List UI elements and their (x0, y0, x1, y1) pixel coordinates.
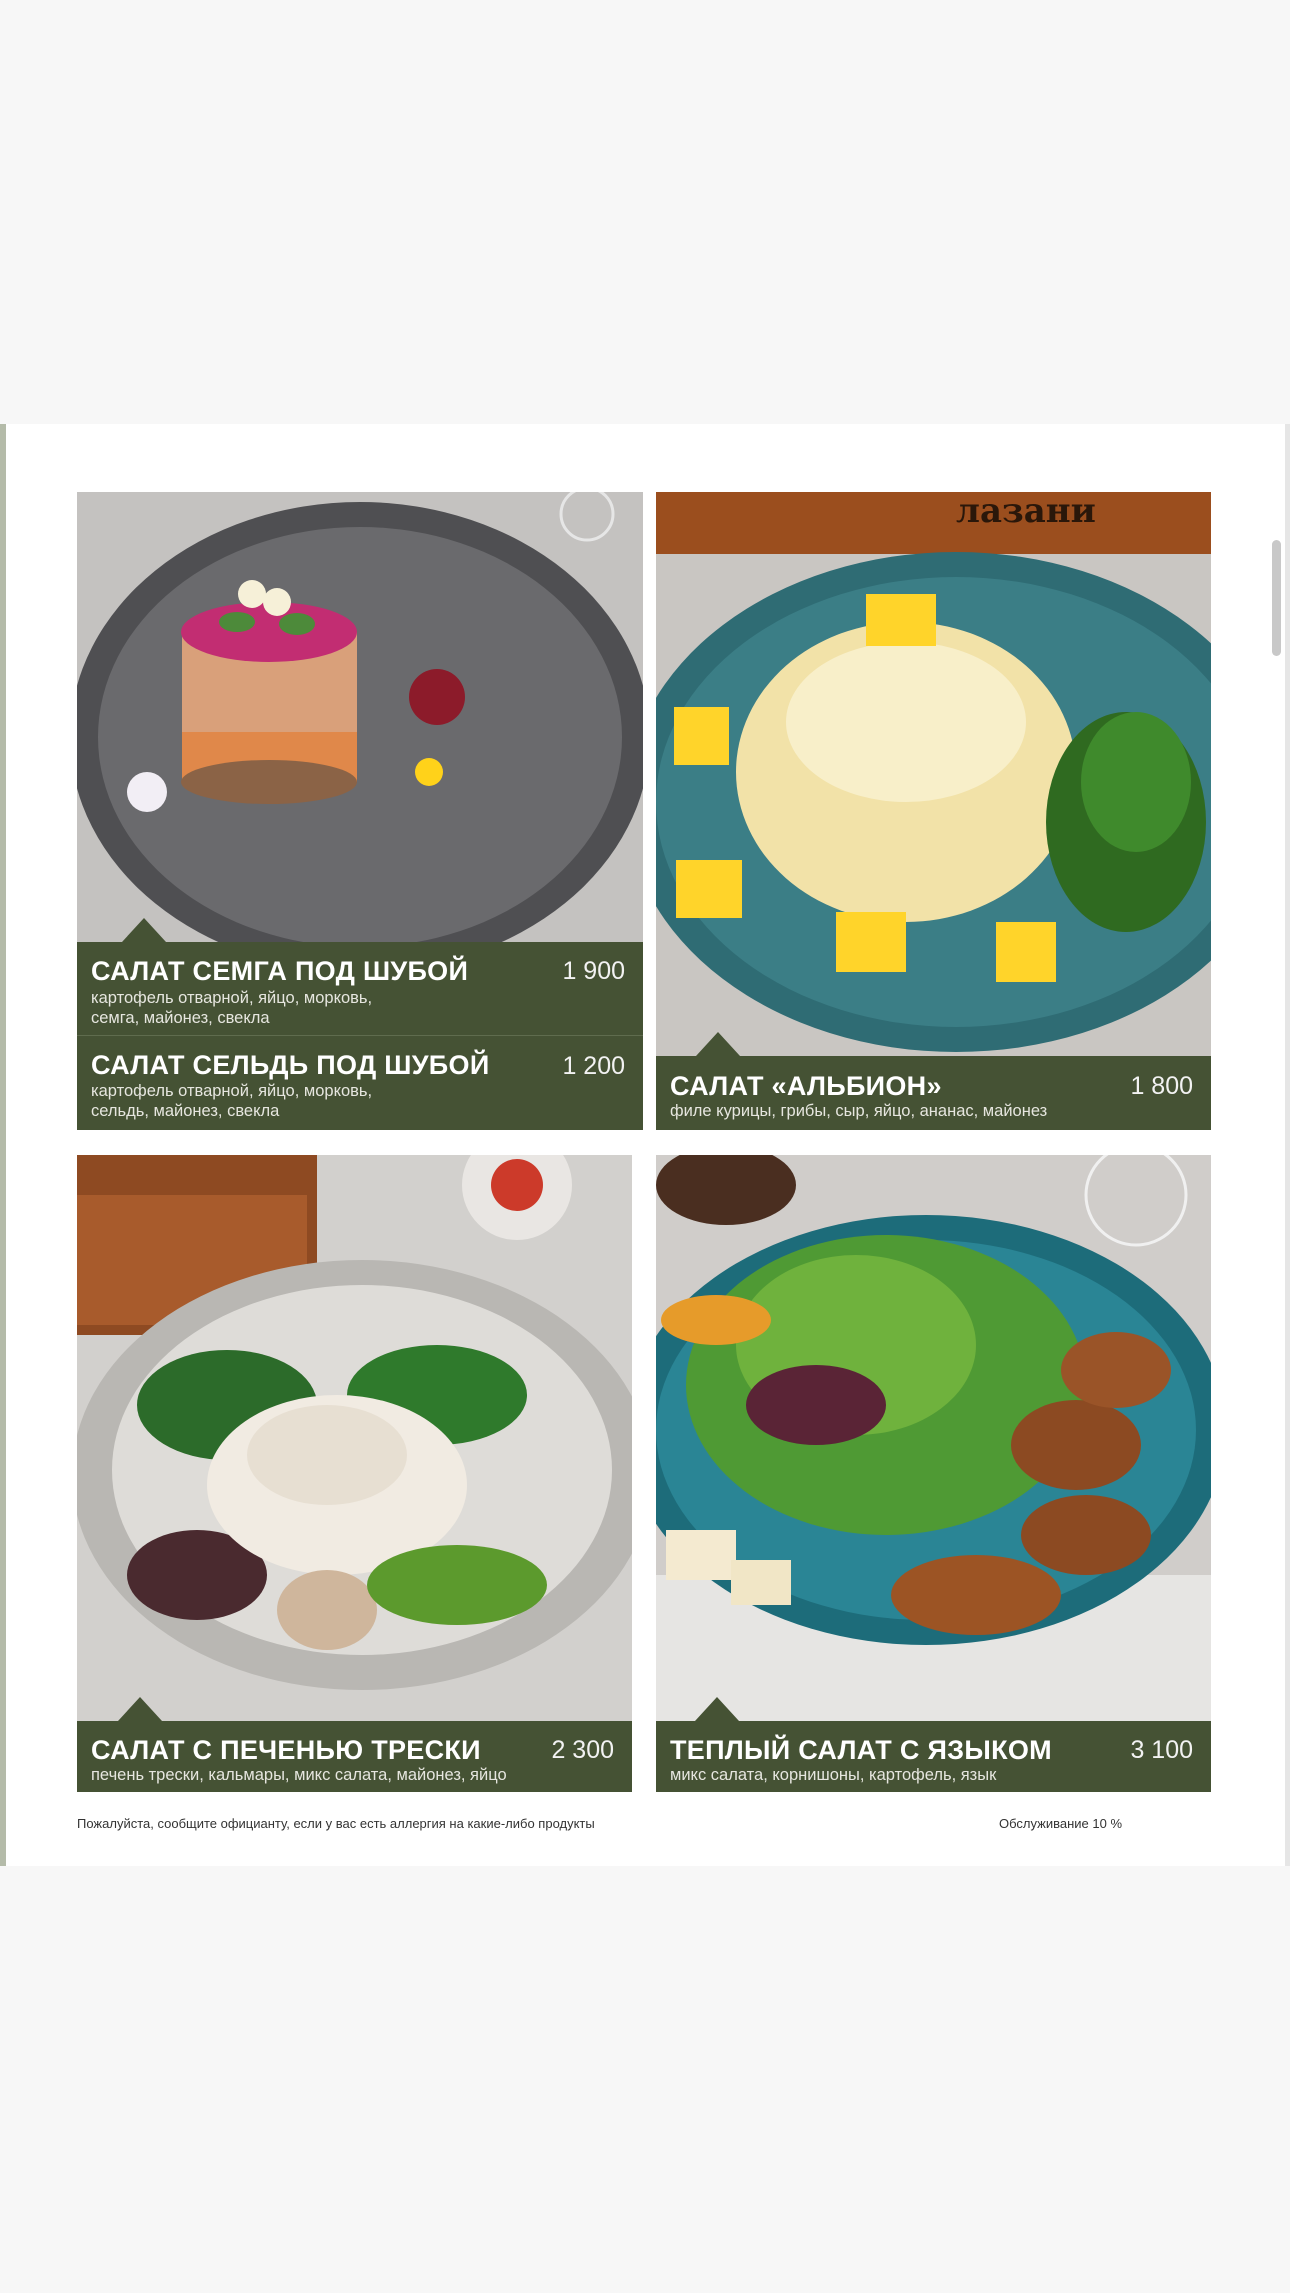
salad-albion-photo: лазани (656, 492, 1211, 1056)
menu-item-panel-1: САЛАТ СЕМГА ПОД ШУБОЙ 1 900 картофель от… (77, 942, 643, 1130)
menu-item-price: 1 200 (562, 1052, 625, 1080)
menu-item-name: САЛАТ «АЛЬБИОН» (670, 1071, 942, 1101)
menu-item-name: САЛАТ СЕЛЬДЬ ПОД ШУБОЙ (91, 1050, 490, 1080)
service-charge-note: Обслуживание 10 % (999, 1816, 1123, 1831)
menu-item-description: микс салата, корнишоны, картофель, язык (670, 1766, 997, 1784)
panel-notch (695, 1697, 739, 1721)
menu-item-description: картофель отварной, яйцо, морковь, (91, 989, 373, 1007)
salad-tongue-photo (656, 1155, 1211, 1721)
menu-item-price: 3 100 (1130, 1736, 1193, 1764)
panel-notch (118, 1697, 162, 1721)
page-edge-left (0, 424, 6, 1866)
menu-item-price: 1 800 (1130, 1072, 1193, 1100)
menu-item-description: картофель отварной, яйцо, морковь, (91, 1082, 373, 1100)
menu-item-price: 1 900 (562, 957, 625, 985)
scrollbar-thumb[interactable] (1272, 540, 1281, 656)
menu-item-description: семга, майонез, свекла (91, 1009, 270, 1027)
allergy-note: Пожалуйста, сообщите официанту, если у в… (77, 1816, 595, 1831)
salad-cod-liver-photo (77, 1155, 632, 1721)
menu-item-name: ТЕПЛЫЙ САЛАТ С ЯЗЫКОМ (670, 1735, 1052, 1765)
menu-item-panel-3: САЛАТ С ПЕЧЕНЬЮ ТРЕСКИ 2 300 печень трес… (77, 1721, 632, 1792)
menu-item-description: филе курицы, грибы, сыр, яйцо, ананас, м… (670, 1102, 1048, 1120)
panel-notch (122, 918, 166, 942)
menu-item-description: печень трески, кальмары, микс салата, ма… (91, 1766, 507, 1784)
panel-divider (77, 1035, 643, 1036)
page-edge-right (1285, 424, 1290, 1866)
salad-shuba-photo (77, 492, 643, 942)
menu-item-name: САЛАТ С ПЕЧЕНЬЮ ТРЕСКИ (91, 1735, 481, 1765)
menu-item-price: 2 300 (551, 1736, 614, 1764)
menu-item-description: сельдь, майонез, свекла (91, 1102, 280, 1120)
restaurant-sign-text: лазани (956, 492, 1096, 531)
panel-notch (696, 1032, 740, 1056)
menu-item-name: САЛАТ СЕМГА ПОД ШУБОЙ (91, 956, 469, 986)
menu-item-panel-4: ТЕПЛЫЙ САЛАТ С ЯЗЫКОМ 3 100 микс салата,… (656, 1721, 1211, 1792)
menu-item-panel-2: САЛАТ «АЛЬБИОН» 1 800 филе курицы, грибы… (656, 1056, 1211, 1130)
